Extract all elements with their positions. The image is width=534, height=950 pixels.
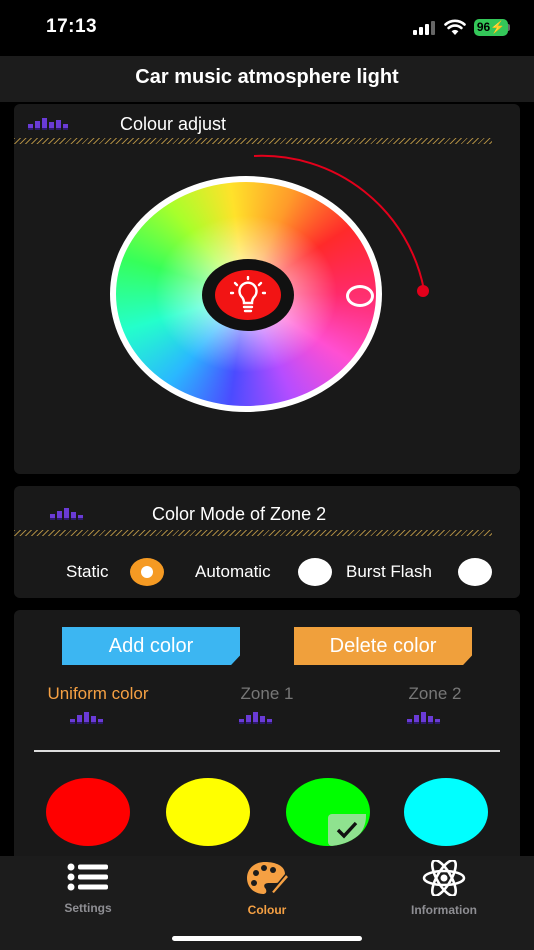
tab-settings[interactable]: Settings xyxy=(28,860,148,915)
tab-label: Zone 2 xyxy=(408,684,462,703)
nav-bar: Car music atmosphere light xyxy=(0,56,534,102)
equalizer-icon xyxy=(28,118,68,130)
atom-icon xyxy=(422,859,466,897)
status-bar: 17:13 96⚡ xyxy=(0,0,534,56)
list-icon xyxy=(67,863,108,891)
color-picker-knob[interactable] xyxy=(346,285,374,307)
radio-automatic[interactable] xyxy=(298,558,332,586)
tab-information[interactable]: Information xyxy=(384,859,504,917)
power-button[interactable] xyxy=(202,259,294,331)
home-indicator[interactable] xyxy=(172,936,362,941)
swatch-green[interactable] xyxy=(286,778,370,846)
tab-label: Colour xyxy=(247,903,287,917)
section-title: Color Mode of Zone 2 xyxy=(152,504,327,524)
radio-burst-flash[interactable] xyxy=(458,558,492,586)
divider xyxy=(34,750,500,752)
add-color-button[interactable]: Add color xyxy=(62,627,240,665)
radio-static[interactable] xyxy=(130,558,164,586)
equalizer-icon xyxy=(239,712,272,724)
tab-uniform-color[interactable]: Uniform color xyxy=(28,684,168,724)
color-mode-header: Color Mode of Zone 2 xyxy=(14,500,520,536)
tab-label: Zone 1 xyxy=(240,684,294,703)
equalizer-icon xyxy=(70,712,103,724)
zone-colors-card: Add color Delete color Uniform color Zon… xyxy=(14,610,520,870)
mode-label-automatic: Automatic xyxy=(195,562,271,581)
battery-level: 96 xyxy=(476,20,491,34)
swatch-cyan[interactable] xyxy=(404,778,488,846)
palette-icon xyxy=(247,862,291,895)
swatch-red[interactable] xyxy=(46,778,130,846)
mode-label-burst-flash: Burst Flash xyxy=(346,562,432,581)
status-time: 17:13 xyxy=(46,16,98,37)
tab-label: Settings xyxy=(64,901,112,915)
lightbulb-icon xyxy=(230,276,266,313)
checkmark-icon xyxy=(328,814,366,846)
brightness-handle[interactable] xyxy=(417,285,429,297)
color-wheel-area[interactable] xyxy=(110,176,382,416)
battery-icon: 96⚡ xyxy=(474,19,508,36)
swatch-yellow[interactable] xyxy=(166,778,250,846)
tab-zone-1[interactable]: Zone 1 xyxy=(197,684,337,724)
equalizer-icon xyxy=(50,508,83,520)
color-mode-options: Static Automatic Burst Flash xyxy=(14,558,520,588)
mode-label-static: Static xyxy=(66,562,109,581)
equalizer-icon xyxy=(407,712,440,724)
page-title: Car music atmosphere light xyxy=(135,66,399,88)
divider-hatch xyxy=(14,530,492,536)
delete-color-button[interactable]: Delete color xyxy=(294,627,472,665)
tab-colour[interactable]: Colour xyxy=(207,860,327,917)
wifi-icon xyxy=(444,19,466,35)
tab-label: Information xyxy=(411,903,477,917)
section-title: Colour adjust xyxy=(120,114,227,134)
cellular-signal-icon xyxy=(413,21,435,35)
battery-tip xyxy=(508,24,510,31)
divider-hatch xyxy=(14,138,492,144)
colour-adjust-header: Colour adjust xyxy=(14,112,520,144)
color-mode-card: Color Mode of Zone 2 Static Automatic Bu… xyxy=(14,486,520,598)
tab-zone-2[interactable]: Zone 2 xyxy=(365,684,505,724)
colour-adjust-card: Colour adjust xyxy=(14,104,520,474)
tab-label: Uniform color xyxy=(47,684,149,703)
